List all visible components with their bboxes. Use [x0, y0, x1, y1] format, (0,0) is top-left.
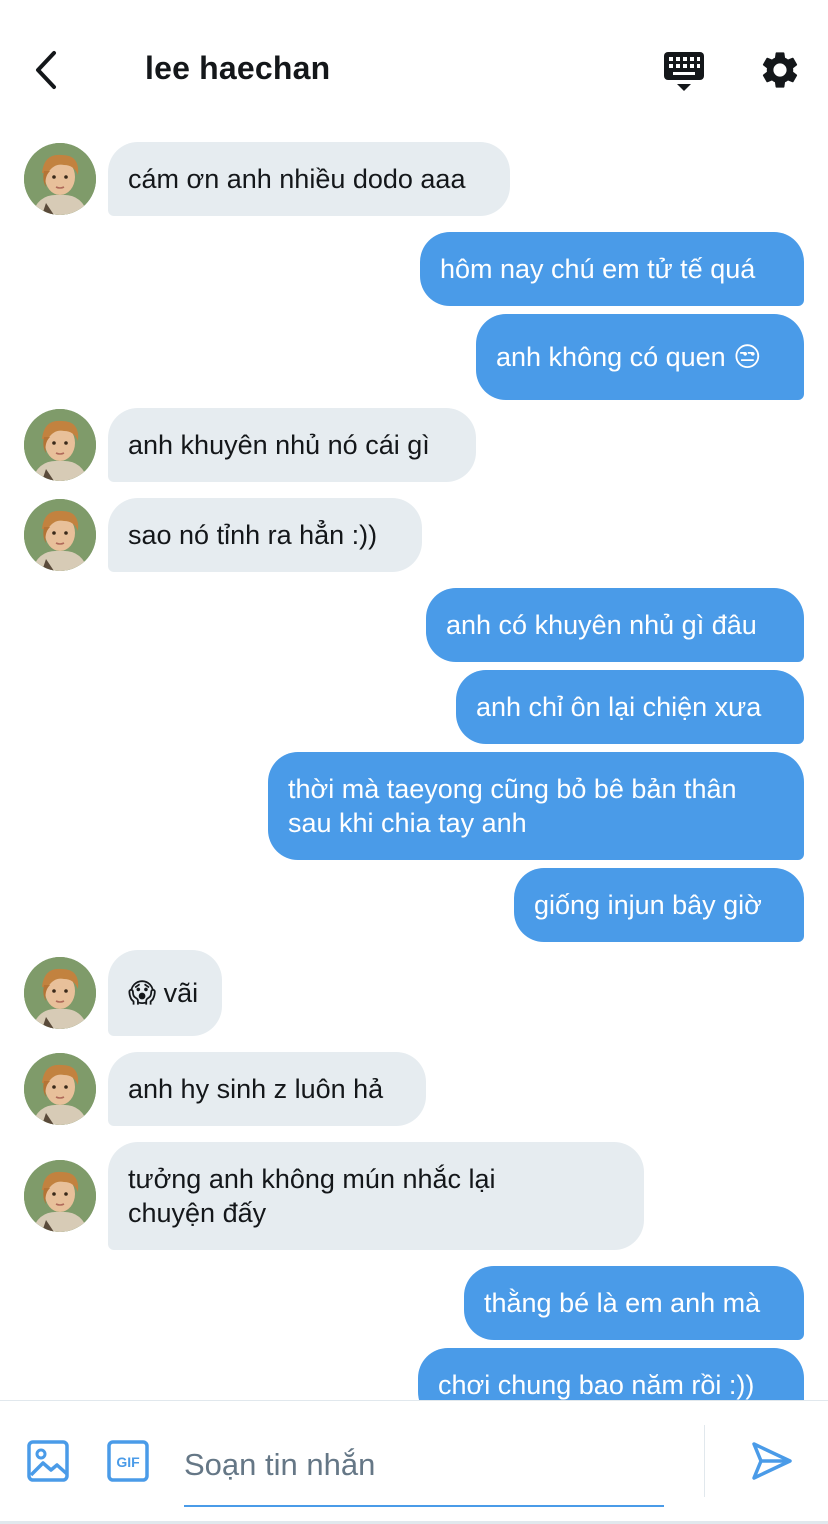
- message-input[interactable]: [184, 1425, 664, 1507]
- composer-divider: [704, 1425, 705, 1497]
- conversation-header: lee haechan: [0, 0, 828, 130]
- gif-label: GIF: [116, 1454, 140, 1470]
- avatar[interactable]: [24, 143, 96, 215]
- settings-button[interactable]: [758, 48, 802, 92]
- incoming-message-bubble[interactable]: 😱 vãi: [108, 950, 222, 1036]
- add-gif-button[interactable]: GIF: [106, 1439, 150, 1483]
- avatar[interactable]: [24, 409, 96, 481]
- message-list[interactable]: cám ơn anh nhiều dodo aaa hôm nay chú em…: [0, 130, 828, 1400]
- gif-icon: GIF: [107, 1440, 149, 1482]
- send-icon: [752, 1442, 792, 1480]
- outgoing-message-bubble[interactable]: anh chỉ ôn lại chiện xưa: [456, 670, 804, 744]
- send-button[interactable]: [750, 1439, 794, 1483]
- incoming-message-bubble[interactable]: anh khuyên nhủ nó cái gì: [108, 408, 476, 482]
- avatar[interactable]: [24, 499, 96, 571]
- incoming-message-bubble[interactable]: anh hy sinh z luôn hả: [108, 1052, 426, 1126]
- back-button[interactable]: [24, 44, 68, 96]
- chevron-left-icon: [36, 51, 56, 89]
- avatar[interactable]: [24, 957, 96, 1029]
- outgoing-message-bubble[interactable]: giống injun bây giờ: [514, 868, 804, 942]
- outgoing-message-bubble[interactable]: chơi chung bao năm rồi :)): [418, 1348, 804, 1400]
- conversation-title: lee haechan: [145, 50, 331, 86]
- avatar[interactable]: [24, 1053, 96, 1125]
- add-image-button[interactable]: [26, 1439, 70, 1483]
- image-icon: [27, 1440, 69, 1482]
- outgoing-message-bubble[interactable]: hôm nay chú em tử tế quá: [420, 232, 804, 306]
- gear-icon: [762, 52, 798, 88]
- incoming-message-bubble[interactable]: cám ơn anh nhiều dodo aaa: [108, 142, 510, 216]
- incoming-message-bubble[interactable]: sao nó tỉnh ra hẳn :)): [108, 498, 422, 572]
- outgoing-message-bubble[interactable]: anh có khuyên nhủ gì đâu: [426, 588, 804, 662]
- keyboard-button[interactable]: [660, 48, 708, 94]
- message-composer: GIF: [0, 1400, 828, 1524]
- outgoing-message-bubble[interactable]: thời mà taeyong cũng bỏ bê bản thân sau …: [268, 752, 804, 860]
- outgoing-message-bubble[interactable]: thằng bé là em anh mà: [464, 1266, 804, 1340]
- keyboard-icon: [664, 52, 704, 91]
- outgoing-message-bubble[interactable]: anh không có quen 😒: [476, 314, 804, 400]
- avatar[interactable]: [24, 1160, 96, 1232]
- incoming-message-bubble[interactable]: tưởng anh không mún nhắc lại chuyện đấy: [108, 1142, 644, 1250]
